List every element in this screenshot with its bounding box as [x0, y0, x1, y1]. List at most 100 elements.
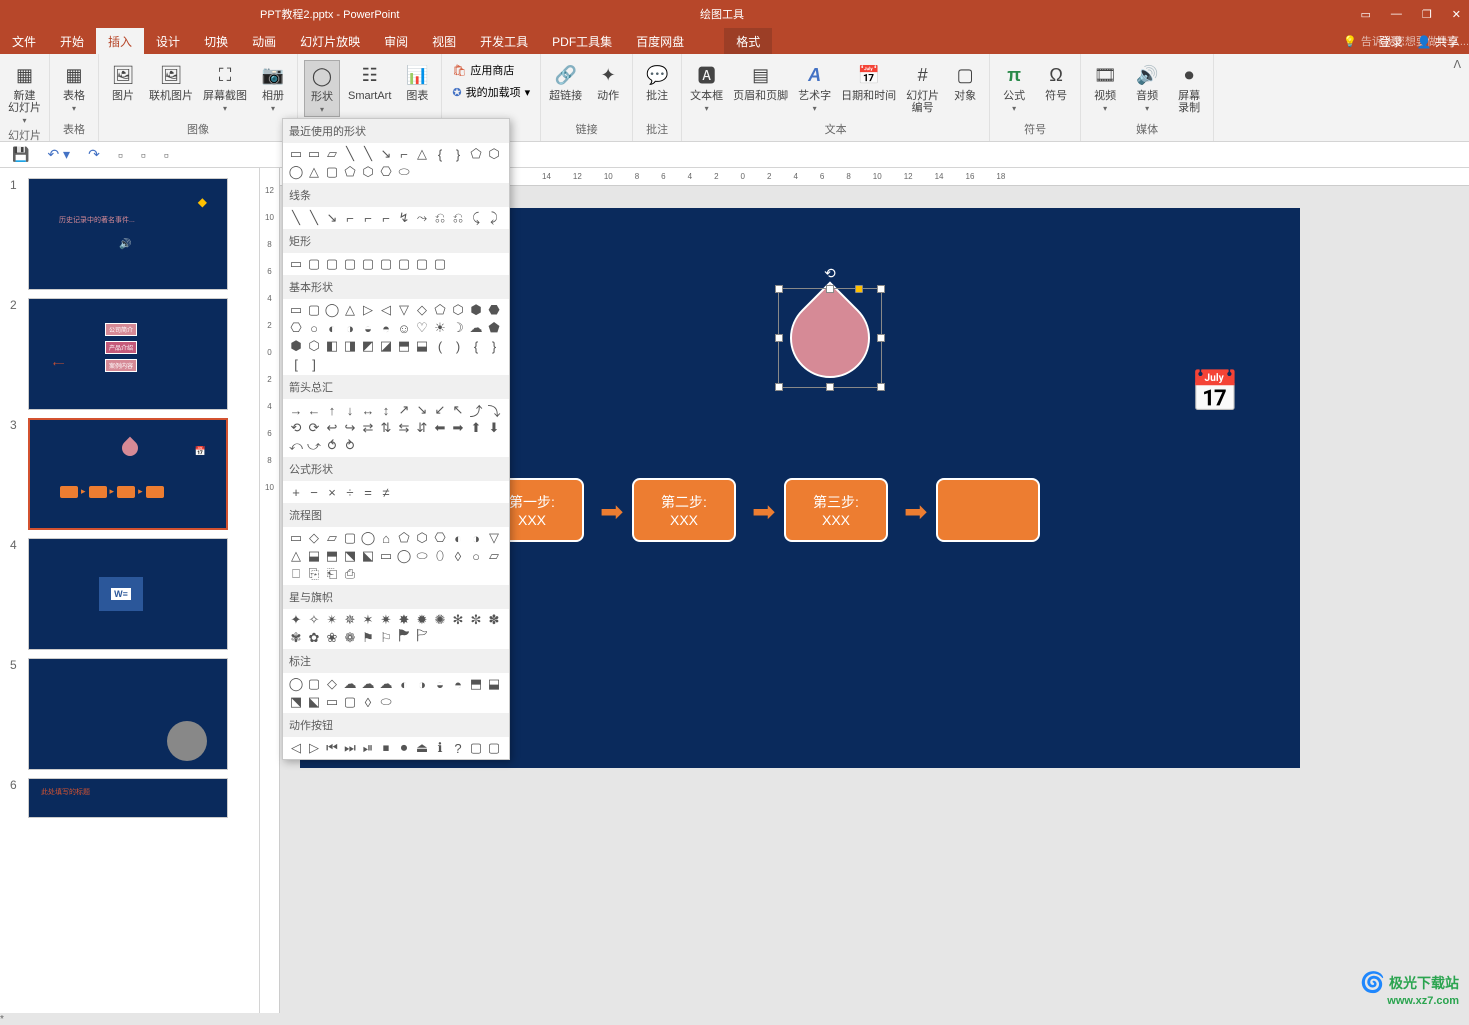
- adjustment-handle[interactable]: [855, 285, 863, 293]
- shape-item[interactable]: ◐: [323, 319, 341, 337]
- shape-item[interactable]: ⤴: [467, 401, 485, 419]
- shape-item[interactable]: ○: [305, 319, 323, 337]
- shape-item[interactable]: ▽: [395, 301, 413, 319]
- smartart-button[interactable]: ☷SmartArt: [346, 60, 393, 104]
- shape-item[interactable]: ⏭: [341, 739, 359, 757]
- shape-item[interactable]: ✻: [449, 611, 467, 629]
- shape-item[interactable]: ↘: [413, 401, 431, 419]
- tab-format[interactable]: 格式: [724, 28, 772, 54]
- action-button[interactable]: ✦动作: [590, 60, 626, 104]
- slide-thumbnails-panel[interactable]: 1 ◆ 历史记录中的著名事件... 🔊 2 公司简介 产品介绍 案例内容 ⟵ 3…: [0, 168, 260, 1013]
- shape-item[interactable]: ⬆: [467, 419, 485, 437]
- shape-item[interactable]: ⌂: [377, 529, 395, 547]
- shape-item[interactable]: ▢: [305, 301, 323, 319]
- tab-transitions[interactable]: 切换: [192, 28, 240, 54]
- shape-item[interactable]: △: [341, 301, 359, 319]
- symbol-button[interactable]: Ω符号: [1038, 60, 1074, 104]
- share-button[interactable]: 👤 共享: [1417, 33, 1459, 50]
- shape-item[interactable]: ▭: [287, 529, 305, 547]
- shape-item[interactable]: ⬒: [395, 337, 413, 355]
- shape-item[interactable]: ▢: [305, 255, 323, 273]
- shape-item[interactable]: {: [467, 337, 485, 355]
- resize-handle-tm[interactable]: [826, 285, 834, 293]
- shape-item[interactable]: ◨: [341, 337, 359, 355]
- shape-item[interactable]: ◯: [323, 301, 341, 319]
- shape-item[interactable]: ▱: [323, 145, 341, 163]
- shape-item[interactable]: ⇅: [377, 419, 395, 437]
- shape-item[interactable]: ↓: [341, 401, 359, 419]
- rotate-handle-icon[interactable]: ⟲: [824, 265, 836, 282]
- shape-item[interactable]: ◓: [449, 675, 467, 693]
- shape-item[interactable]: ▢: [377, 255, 395, 273]
- shape-item[interactable]: ◯: [287, 163, 305, 181]
- shape-item[interactable]: ⬇: [485, 419, 503, 437]
- shape-item[interactable]: ⬠: [341, 163, 359, 181]
- resize-handle-bm[interactable]: [826, 383, 834, 391]
- qat-item-2[interactable]: ▫: [141, 147, 146, 163]
- shape-item[interactable]: ℹ: [431, 739, 449, 757]
- shape-item[interactable]: ×: [323, 483, 341, 501]
- shape-item[interactable]: ⌐: [341, 209, 359, 227]
- tab-file[interactable]: 文件: [0, 28, 48, 54]
- chart-button[interactable]: 📊图表: [399, 60, 435, 104]
- shape-item[interactable]: ⎗: [323, 565, 341, 583]
- shape-item[interactable]: ╲: [341, 145, 359, 163]
- shape-item[interactable]: ⎔: [377, 163, 395, 181]
- shape-item[interactable]: ◩: [359, 337, 377, 355]
- shape-item[interactable]: ⬠: [431, 301, 449, 319]
- shape-item[interactable]: ◯: [287, 675, 305, 693]
- shape-item[interactable]: ◯: [395, 547, 413, 565]
- shape-item[interactable]: ◯: [359, 529, 377, 547]
- tab-insert[interactable]: 插入: [96, 28, 144, 54]
- shape-item[interactable]: ⬡: [485, 145, 503, 163]
- shape-item[interactable]: ⌐: [377, 209, 395, 227]
- new-slide-button[interactable]: ▦ 新建 幻灯片 ▾: [6, 60, 43, 127]
- shape-item[interactable]: ↩: [323, 419, 341, 437]
- qat-item-3[interactable]: ▫: [164, 147, 169, 163]
- shape-item[interactable]: ⌐: [395, 145, 413, 163]
- shape-item[interactable]: ❁: [341, 629, 359, 647]
- shape-item[interactable]: ▭: [287, 255, 305, 273]
- shape-item[interactable]: 🏱: [413, 629, 431, 647]
- shape-item[interactable]: ▷: [359, 301, 377, 319]
- shape-item[interactable]: ⏺: [395, 739, 413, 757]
- shape-item[interactable]: ⎘: [305, 565, 323, 583]
- shape-item[interactable]: ↔: [359, 401, 377, 419]
- qat-item-1[interactable]: ▫: [118, 147, 123, 163]
- thumbnail-4[interactable]: 4* W≡: [0, 534, 259, 654]
- shape-item[interactable]: ⎌: [449, 209, 467, 227]
- shape-item[interactable]: ⬡: [359, 163, 377, 181]
- shape-item[interactable]: ◊: [359, 693, 377, 711]
- shape-item[interactable]: ⤸: [485, 209, 503, 227]
- shape-item[interactable]: ◇: [305, 529, 323, 547]
- shape-item[interactable]: ⥁: [341, 437, 359, 455]
- pictures-button[interactable]: 🖼图片: [105, 60, 141, 104]
- video-button[interactable]: 🎞视频▾: [1087, 60, 1123, 115]
- tab-pdf[interactable]: PDF工具集: [540, 28, 624, 54]
- shape-item[interactable]: ✷: [377, 611, 395, 629]
- shape-item[interactable]: ⬯: [431, 547, 449, 565]
- shape-item[interactable]: ↘: [323, 209, 341, 227]
- shape-item[interactable]: ◐: [449, 529, 467, 547]
- app-store-button[interactable]: 🛍应用商店: [448, 60, 534, 80]
- shape-item[interactable]: ◪: [377, 337, 395, 355]
- tab-slideshow[interactable]: 幻灯片放映: [288, 28, 372, 54]
- shape-item[interactable]: ◇: [413, 301, 431, 319]
- shape-item[interactable]: ↕: [377, 401, 395, 419]
- resize-handle-bl[interactable]: [775, 383, 783, 391]
- shape-item[interactable]: ☺: [395, 319, 413, 337]
- shape-item[interactable]: ☽: [449, 319, 467, 337]
- hyperlink-button[interactable]: 🔗超链接: [547, 60, 584, 104]
- shape-item[interactable]: ⇆: [395, 419, 413, 437]
- shape-item[interactable]: ↯: [395, 209, 413, 227]
- shape-item[interactable]: ☀: [431, 319, 449, 337]
- shape-item[interactable]: ✵: [341, 611, 359, 629]
- shape-item[interactable]: ◑: [341, 319, 359, 337]
- shape-item[interactable]: ⥀: [323, 437, 341, 455]
- shape-item[interactable]: ▭: [323, 693, 341, 711]
- shape-item[interactable]: ▢: [485, 739, 503, 757]
- shape-item[interactable]: ⚐: [377, 629, 395, 647]
- shape-item[interactable]: ≠: [377, 483, 395, 501]
- shape-item[interactable]: ◧: [323, 337, 341, 355]
- ribbon-collapse-button[interactable]: ᐱ: [1445, 54, 1469, 141]
